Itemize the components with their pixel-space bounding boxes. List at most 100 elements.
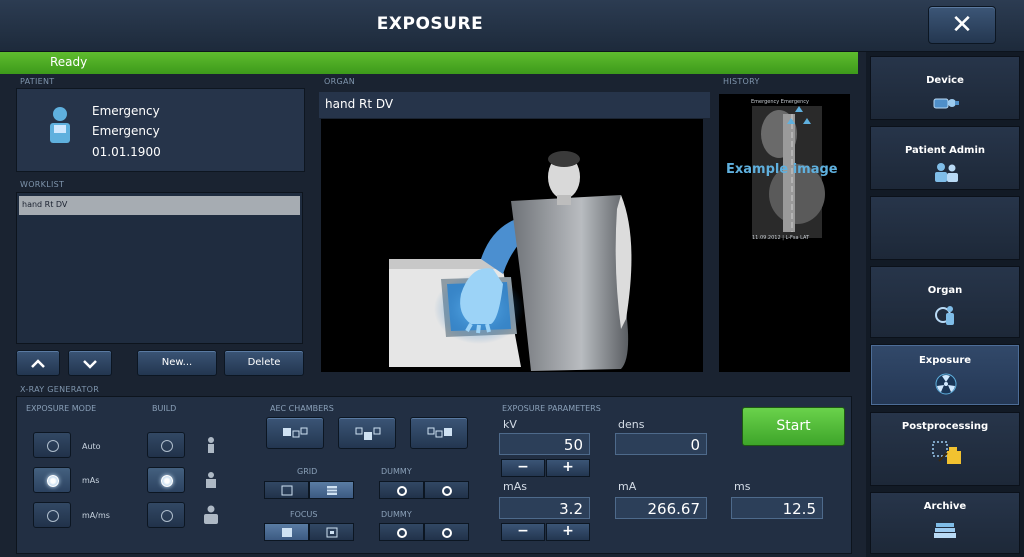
dummy2-left-icon [397,528,407,538]
mas-label: mAs [503,480,527,493]
nav-empty-slot [870,196,1020,260]
status-text: Ready [50,55,88,69]
nav-device-label: Device [926,75,964,86]
mode-auto-label: Auto [82,442,101,451]
build-normal-icon [206,472,216,488]
mode-mas-label: mAs [82,476,100,485]
build-slim-radio[interactable] [147,432,185,458]
history-thumb-footer: 11.09.2012 | L-Fsa LAT [752,235,810,241]
nav-exposure[interactable]: Exposure [870,344,1020,406]
organ-name: hand Rt DV [325,97,394,111]
window-title: EXPOSURE [376,14,484,34]
postprocessing-icon [932,441,961,464]
mode-mams-radio[interactable] [33,502,71,528]
patient-birthdate: 01.01.1900 [92,145,161,159]
nav-exposure-label: Exposure [918,355,972,366]
kv-increase-button[interactable]: + [546,459,590,477]
aec-right-icon [427,427,452,438]
right-navigation: Device Patient Admin Organ Exposure Post [866,52,1024,557]
mas-field[interactable]: 3.2 [499,497,590,519]
dummy2-left-button[interactable] [379,523,424,541]
nav-patient-admin[interactable]: Patient Admin [870,126,1020,190]
kv-label: kV [503,418,517,431]
chevron-up-icon [31,359,45,368]
close-button[interactable]: ✕ [928,6,996,44]
mode-mas-radio[interactable] [33,467,71,493]
grid-off-icon [281,485,293,496]
hand-positioning-illustration [389,151,632,371]
dummy2-label: DUMMY [381,510,412,519]
ms-field[interactable]: 12.5 [731,497,823,519]
dummy1-right-button[interactable] [424,481,469,499]
focus-large-button[interactable] [264,523,309,541]
new-button[interactable]: New... [137,350,217,376]
dummy1-left-icon [397,486,407,496]
mode-mams-label: mA/ms [82,511,110,520]
aec-left-button[interactable] [266,417,324,449]
focus-label: FOCUS [290,510,318,519]
scroll-down-button[interactable] [68,350,112,376]
patient-admin-icon [935,163,958,182]
mas-increase-button[interactable]: + [546,523,590,541]
spine-xray-thumbnail [752,106,825,238]
dummy2-right-icon [442,528,452,538]
nav-patient-admin-label: Patient Admin [904,145,986,156]
aec-chambers-label: AEC CHAMBERS [270,404,334,413]
nav-organ-label: Organ [927,285,963,296]
focus-large-icon [282,528,292,537]
history-example-label: Example image [726,162,838,177]
dummy1-left-button[interactable] [379,481,424,499]
grid-off-button[interactable] [264,481,309,499]
grid-label: GRID [297,467,318,476]
dens-field[interactable]: 0 [615,433,707,455]
aec-center-icon [355,427,381,440]
build-large-icon [204,505,218,524]
build-normal-radio[interactable] [147,467,185,493]
nav-device[interactable]: Device [870,56,1020,120]
kv-field[interactable]: 50 [499,433,590,455]
nav-archive[interactable]: Archive [870,492,1020,554]
focus-small-button[interactable] [309,523,354,541]
delete-button[interactable]: Delete [224,350,304,376]
grid-on-button[interactable] [309,481,354,499]
dummy1-right-icon [442,486,452,496]
aec-left-icon [283,427,308,438]
patient-icon [50,107,70,143]
nav-postprocessing[interactable]: Postprocessing [870,412,1020,486]
scroll-up-button[interactable] [16,350,60,376]
organ-section-label: ORGAN [324,77,356,86]
dummy2-right-button[interactable] [424,523,469,541]
organ-icon [935,306,954,325]
nav-archive-label: Archive [923,501,967,512]
build-slim-icon [208,437,214,453]
worklist-item[interactable]: hand Rt DV [19,196,300,215]
history-thumb-header: Emergency Emergency [751,99,809,105]
grid-on-icon [327,486,337,495]
nav-organ[interactable]: Organ [870,266,1020,338]
archive-icon [934,523,956,538]
history-thumbnail[interactable]: Emergency Emergency Example image 11.09.… [719,94,850,372]
aec-right-button[interactable] [410,417,468,449]
status-bar: Ready [0,52,858,74]
focus-small-icon [326,527,338,538]
mas-decrease-button[interactable]: − [501,523,545,541]
nav-postprocessing-label: Postprocessing [901,421,989,432]
build-large-radio[interactable] [147,502,185,528]
kv-decrease-button[interactable]: − [501,459,545,477]
radiation-icon [935,373,957,395]
worklist: hand Rt DV [16,192,303,344]
aec-center-button[interactable] [338,417,396,449]
device-icon [933,98,959,109]
ms-label: ms [734,480,751,493]
history-section-label: HISTORY [723,77,760,86]
worklist-section-label: WORKLIST [20,180,65,189]
start-button[interactable]: Start [742,407,845,446]
mode-auto-radio[interactable] [33,432,71,458]
patient-section-label: PATIENT [20,77,55,86]
organ-positioning-image [321,119,703,372]
ma-field[interactable]: 266.67 [615,497,707,519]
title-bar: EXPOSURE ✕ [0,0,1024,52]
dummy1-label: DUMMY [381,467,412,476]
build-label: BUILD [152,404,177,413]
dens-label: dens [618,418,645,431]
